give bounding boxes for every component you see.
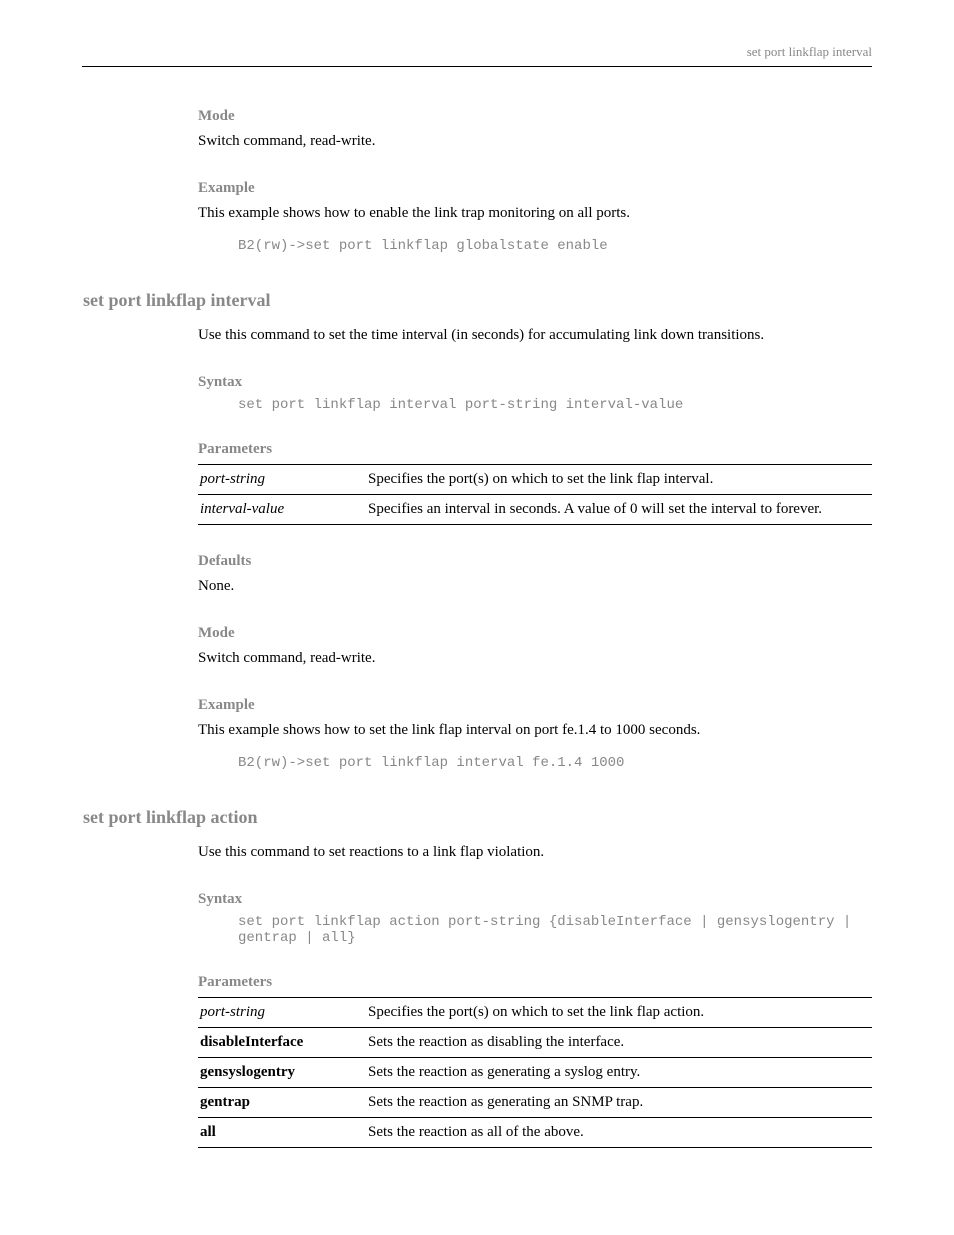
param-desc: Sets the reaction as generating a syslog… [366, 1058, 872, 1088]
example-text-2: This example shows how to set the link f… [198, 720, 872, 741]
param-name: all [198, 1118, 366, 1148]
params-heading-2: Parameters [198, 974, 872, 991]
example-code-2: B2(rw)->set port linkflap interval fe.1.… [238, 755, 872, 771]
param-name: gentrap [198, 1088, 366, 1118]
defaults-heading-1: Defaults [198, 553, 872, 570]
table-row: all Sets the reaction as all of the abov… [198, 1118, 872, 1148]
example-heading-2: Example [198, 697, 872, 714]
command-desc-1: Use this command to set the time interva… [198, 325, 872, 346]
mode-text-1: Switch command, read-write. [198, 131, 872, 152]
table-row: gensyslogentry Sets the reaction as gene… [198, 1058, 872, 1088]
table-row: disableInterface Sets the reaction as di… [198, 1028, 872, 1058]
header-text: set port linkflap interval [747, 44, 872, 60]
table-row: interval-value Specifies an interval in … [198, 495, 872, 525]
mode-heading-2: Mode [198, 625, 872, 642]
command-title-1: set port linkflap interval [83, 290, 757, 311]
param-name: disableInterface [198, 1028, 366, 1058]
param-desc: Specifies an interval in seconds. A valu… [366, 495, 872, 525]
mode-text-2: Switch command, read-write. [198, 648, 872, 669]
params-table-1: port-string Specifies the port(s) on whi… [198, 464, 872, 525]
header-rule [82, 66, 872, 67]
table-row: port-string Specifies the port(s) on whi… [198, 465, 872, 495]
table-row: port-string Specifies the port(s) on whi… [198, 998, 872, 1028]
page-content: Mode Switch command, read-write. Example… [198, 108, 872, 1158]
mode-heading-1: Mode [198, 108, 872, 125]
param-desc: Sets the reaction as all of the above. [366, 1118, 872, 1148]
param-name: port-string [198, 998, 366, 1028]
param-desc: Sets the reaction as disabling the inter… [366, 1028, 872, 1058]
defaults-text-1: None. [198, 576, 872, 597]
command-desc-2: Use this command to set reactions to a l… [198, 842, 872, 863]
command-title-2: set port linkflap action [83, 807, 757, 828]
syntax-heading-2: Syntax [198, 891, 872, 908]
param-name: interval-value [198, 495, 366, 525]
example-heading-1: Example [198, 180, 872, 197]
param-desc: Sets the reaction as generating an SNMP … [366, 1088, 872, 1118]
param-name: port-string [198, 465, 366, 495]
params-heading-1: Parameters [198, 441, 872, 458]
table-row: gentrap Sets the reaction as generating … [198, 1088, 872, 1118]
example-text-1: This example shows how to enable the lin… [198, 203, 872, 224]
params-table-2: port-string Specifies the port(s) on whi… [198, 997, 872, 1148]
param-name: gensyslogentry [198, 1058, 366, 1088]
example-code-1: B2(rw)->set port linkflap globalstate en… [238, 238, 872, 254]
syntax-code-1: set port linkflap interval port-string i… [238, 397, 872, 413]
syntax-heading-1: Syntax [198, 374, 872, 391]
syntax-code-2: set port linkflap action port-string {di… [238, 914, 872, 946]
param-desc: Specifies the port(s) on which to set th… [366, 465, 872, 495]
param-desc: Specifies the port(s) on which to set th… [366, 998, 872, 1028]
